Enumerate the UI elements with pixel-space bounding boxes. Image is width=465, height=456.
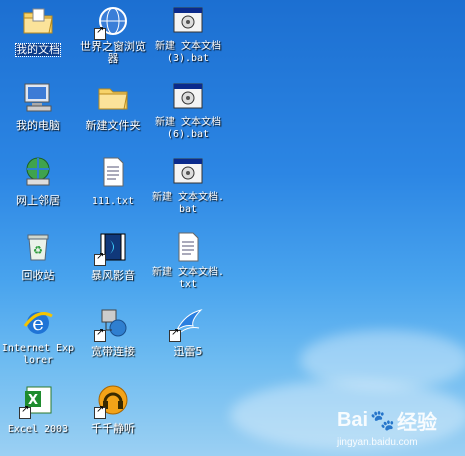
baidu-jingyan-watermark: Bai 🐾 经验 jingyan.baidu.com: [337, 406, 437, 448]
excel-2003-icon[interactable]: X Excel 2003: [0, 383, 76, 436]
broadband-connection-icon[interactable]: 宽带连接: [75, 306, 151, 359]
txt-111-icon[interactable]: 111.txt: [75, 155, 151, 208]
icon-label: 新建 文本文档 (3).bat: [154, 41, 222, 64]
shortcut-arrow-icon: [169, 327, 181, 342]
icon-label: 我的电脑: [16, 119, 60, 132]
browser-globe-icon: [94, 4, 130, 40]
batch-file-icon: [171, 155, 205, 189]
ttplayer-icon[interactable]: 千千静听: [75, 383, 151, 436]
media-player-icon: [94, 230, 130, 266]
network-globe-icon: [21, 155, 55, 189]
network-places-icon[interactable]: 网上邻居: [0, 155, 76, 208]
icon-label: 111.txt: [91, 196, 135, 207]
internet-explorer-icon[interactable]: e Internet Explorer: [0, 306, 76, 367]
folder-icon: [96, 80, 130, 114]
new-folder-icon[interactable]: 新建文件夹: [75, 80, 151, 133]
txt-file-icon[interactable]: 新建 文本文档.txt: [150, 230, 226, 291]
shortcut-arrow-icon: [19, 404, 31, 419]
icon-label: 宽带连接: [91, 345, 135, 358]
icon-label: 世界之窗浏览器: [80, 40, 146, 65]
icon-label: 新建 文本文档.bat: [151, 192, 225, 215]
watermark-brand-cn: 经验: [397, 412, 437, 434]
recycle-bin-icon-graphic: ♻: [21, 230, 55, 264]
watermark-brand: Bai: [336, 409, 369, 431]
xunlei5-icon[interactable]: 迅雷5: [150, 306, 226, 359]
shortcut-arrow-icon: [94, 404, 106, 419]
svg-text:X: X: [28, 393, 38, 408]
computer-icon: [21, 80, 55, 114]
icon-label: 新建 文本文档 (6).bat: [154, 117, 222, 140]
my-documents-icon[interactable]: 我的文档: [0, 4, 76, 57]
bat-file-6-icon[interactable]: 新建 文本文档 (6).bat: [150, 80, 226, 141]
icon-label: 新建文件夹: [85, 119, 141, 132]
icon-label: 暴风影音: [91, 269, 135, 282]
icon-label: 迅雷5: [173, 345, 203, 358]
batch-file-icon: [171, 80, 205, 114]
icon-label: Excel 2003: [7, 424, 69, 435]
shortcut-arrow-icon: [94, 327, 106, 342]
headphones-icon: [94, 383, 130, 419]
shortcut-arrow-icon: [94, 25, 106, 40]
world-browser-icon[interactable]: 世界之窗浏览器: [75, 4, 151, 66]
folder-icon: [21, 4, 55, 38]
svg-text:♻: ♻: [33, 244, 43, 257]
text-document-icon: [171, 230, 205, 264]
icon-label: 网上邻居: [16, 194, 60, 207]
ie-icon: e: [21, 306, 55, 340]
bat-file-icon[interactable]: 新建 文本文档.bat: [150, 155, 226, 216]
recycle-bin-icon[interactable]: ♻ 回收站: [0, 230, 76, 283]
paw-icon: 🐾: [370, 410, 395, 432]
icon-label: 回收站: [21, 269, 55, 282]
text-document-icon: [96, 155, 130, 189]
icon-label: 我的文档: [15, 43, 61, 57]
thunder-bird-icon: [169, 306, 205, 342]
batch-file-icon: [171, 4, 205, 38]
icon-label: 千千静听: [91, 422, 135, 435]
icon-label: Internet Explorer: [1, 343, 75, 366]
bat-file-3-icon[interactable]: 新建 文本文档 (3).bat: [150, 4, 226, 65]
icon-label: 新建 文本文档.txt: [151, 267, 225, 290]
watermark-url: jingyan.baidu.com: [336, 437, 418, 448]
excel-icon: X: [19, 383, 55, 419]
baofeng-player-icon[interactable]: 暴风影音: [75, 230, 151, 283]
network-connection-icon: [94, 306, 130, 342]
shortcut-arrow-icon: [94, 251, 106, 266]
my-computer-icon[interactable]: 我的电脑: [0, 80, 76, 133]
